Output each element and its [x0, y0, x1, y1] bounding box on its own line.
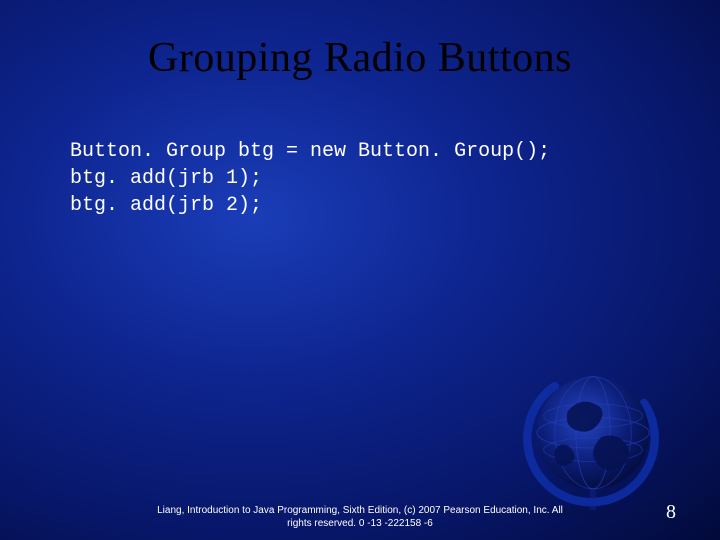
code-block: Button. Group btg = new Button. Group();… — [70, 138, 720, 219]
footer-citation: Liang, Introduction to Java Programming,… — [0, 505, 720, 530]
footer-line: Liang, Introduction to Java Programming,… — [157, 505, 563, 516]
footer-line: rights reserved. 0 -13 -222158 -6 — [287, 518, 433, 529]
page-number: 8 — [666, 501, 676, 524]
code-line: btg. add(jrb 1); — [70, 165, 720, 192]
code-line: Button. Group btg = new Button. Group(); — [70, 138, 720, 165]
globe-icon — [508, 352, 678, 522]
slide-title: Grouping Radio Buttons — [0, 0, 720, 82]
code-line: btg. add(jrb 2); — [70, 192, 720, 219]
